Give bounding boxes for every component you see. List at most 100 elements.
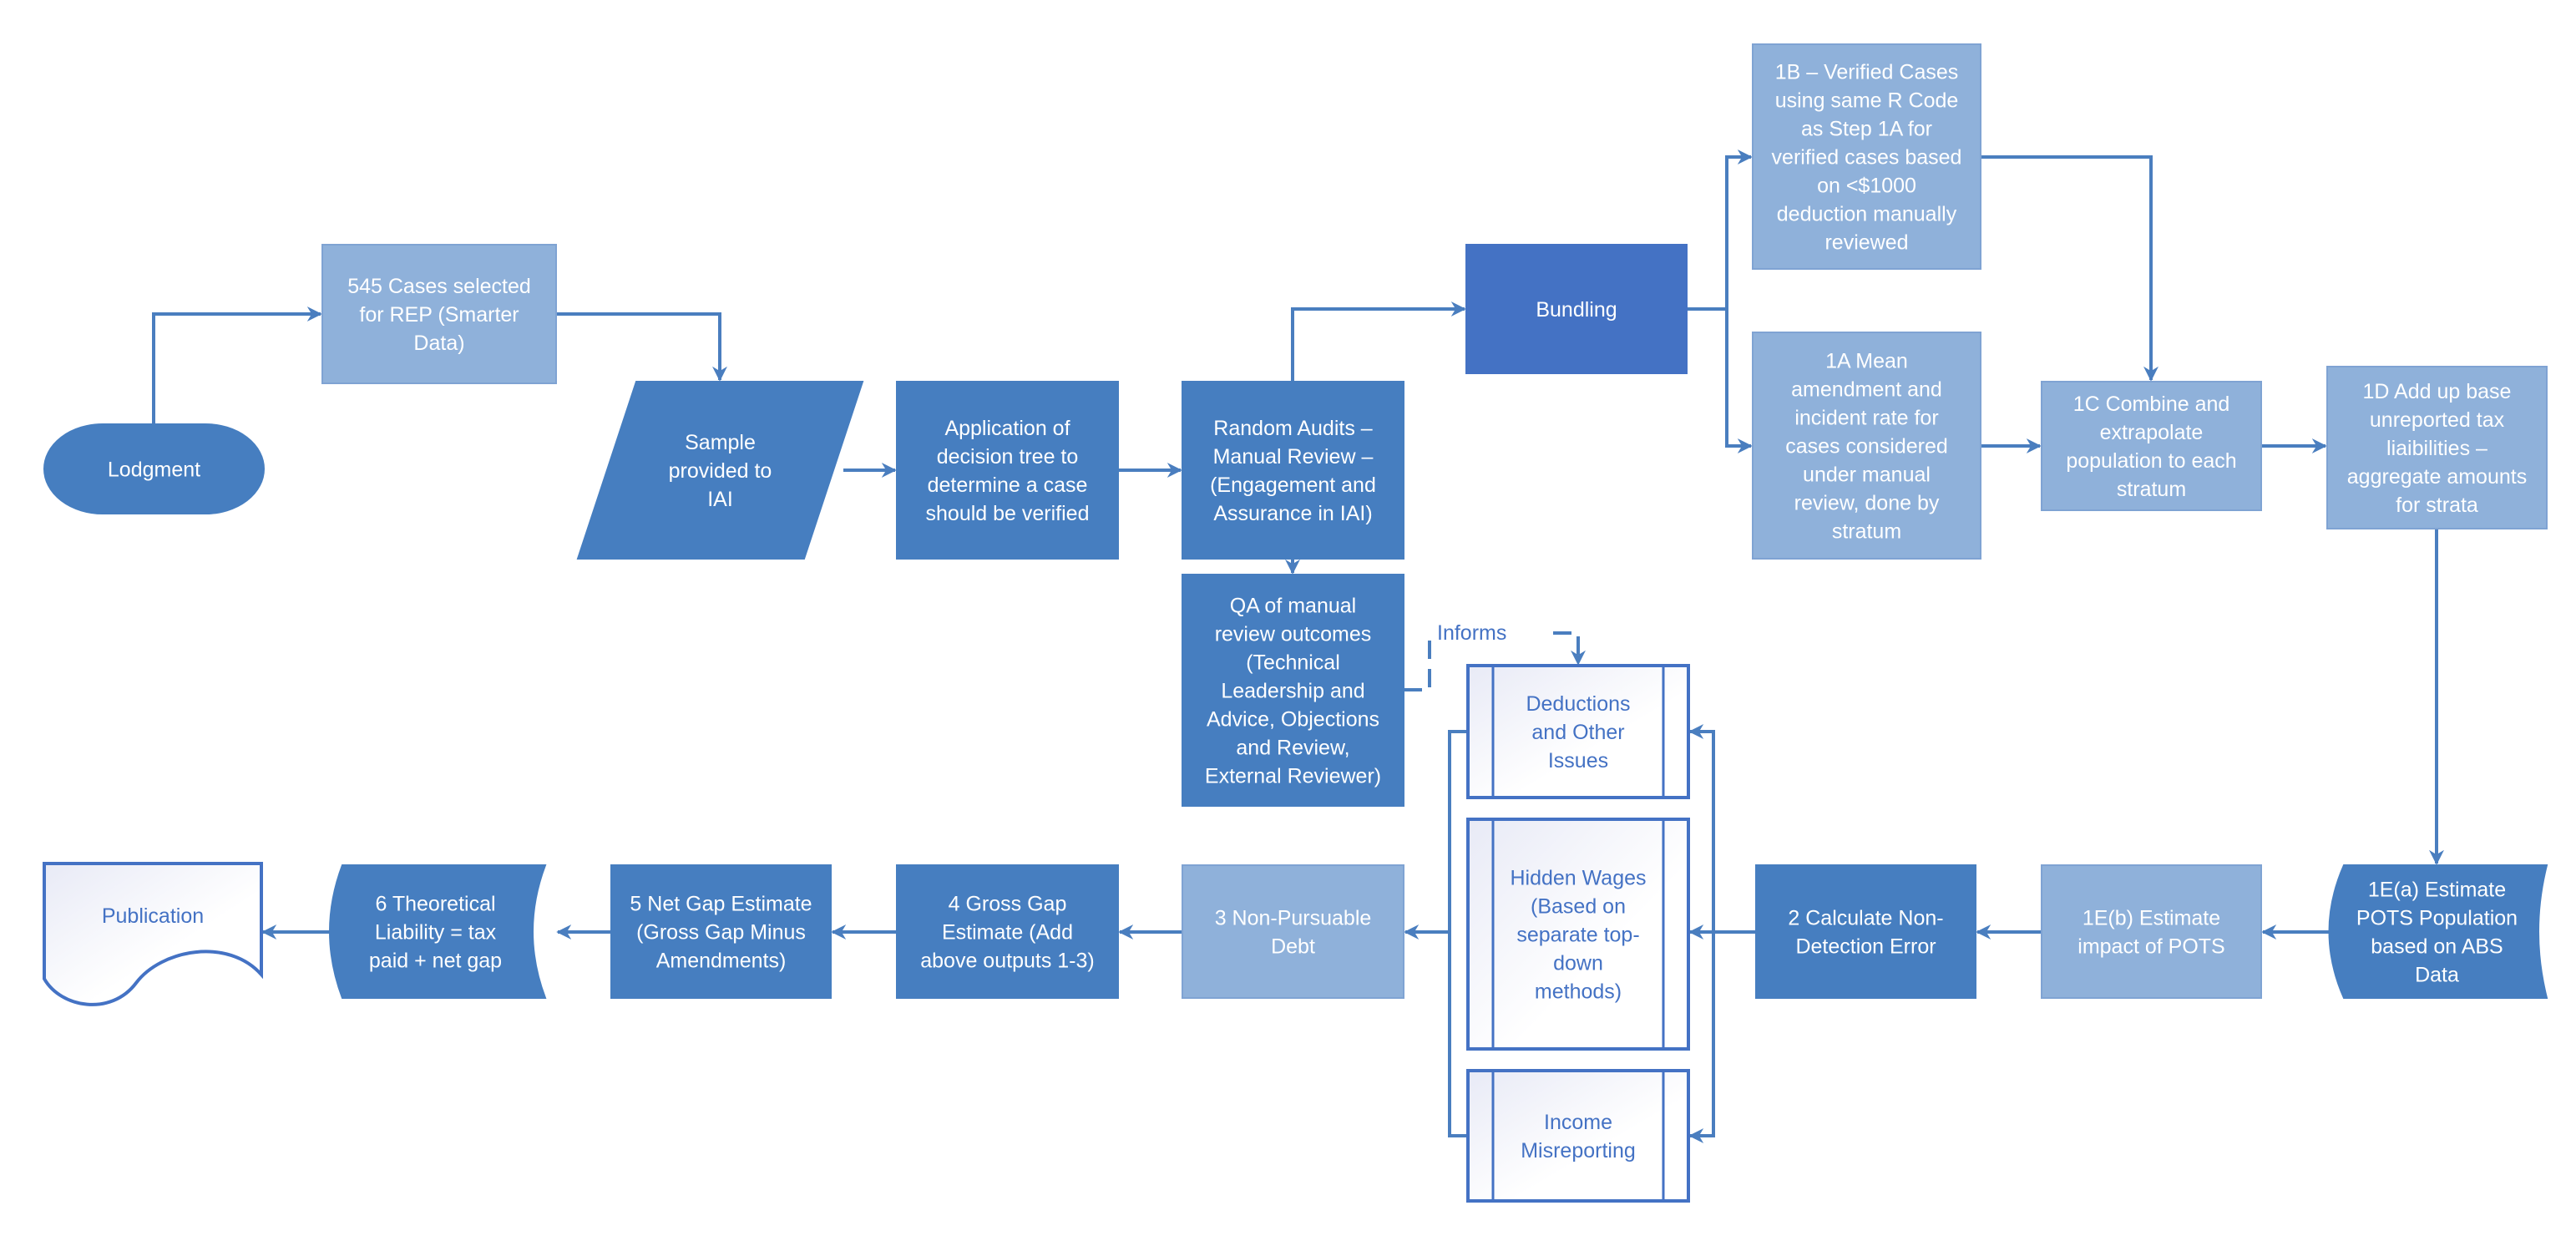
node-step-2[interactable]: 2 Calculate Non- Detection Error <box>1755 864 1976 999</box>
node-sample-provided[interactable]: Sample provided to IAI <box>576 381 864 560</box>
node-decision-tree[interactable]: Application of decision tree to determine … <box>896 381 1119 560</box>
node-label-line: Estimate (Add <box>942 921 1073 945</box>
node-step-1d[interactable]: 1D Add up base unreported tax liaibilities… <box>2326 366 2548 529</box>
node-label-line: Issues <box>1548 749 1608 772</box>
node-label-line: verified cases based <box>1772 146 1962 170</box>
node-step-5[interactable]: 5 Net Gap Estimate (Gross Gap Minus Amendm… <box>610 864 832 999</box>
node-label-line: Income <box>1544 1111 1612 1134</box>
node-label-line: review, done by <box>1794 492 1940 515</box>
node-label: 5 Net Gap Estimate (Gross Gap Minus Amendm… <box>630 893 812 973</box>
node-label-line: Liability = tax <box>375 921 497 945</box>
node-label: Bundling <box>1536 298 1617 322</box>
node-label: 1A Mean amendment and incident rate for cas… <box>1785 350 1948 544</box>
node-shape <box>1182 864 1404 999</box>
connector-random-audits-to-bundling <box>1291 301 1466 382</box>
node-label-line: and Review, <box>1236 737 1349 760</box>
node-label-line: Sample <box>685 431 756 454</box>
node-step-1ea[interactable]: 1E(a) Estimate POTS Population based on AB… <box>2328 864 2548 999</box>
node-label-line: Lodgment <box>108 458 200 482</box>
node-deductions[interactable]: Deductions and Other Issues <box>1466 664 1690 799</box>
node-label-line: paid + net gap <box>369 950 502 973</box>
connector-step-2-to-income-misreporting <box>1688 932 1715 1143</box>
node-label-line: Debt <box>1271 935 1315 959</box>
node-step-1a[interactable]: 1A Mean amendment and incident rate for cas… <box>1752 332 1981 560</box>
node-hidden-wages[interactable]: Hidden Wages (Based on separate top-down me… <box>1466 818 1690 1051</box>
node-shape <box>1182 381 1404 560</box>
node-label-line: 545 Cases selected <box>347 275 531 298</box>
node-label-line: review outcomes <box>1215 623 1372 646</box>
node-label-line: POTS Population <box>2356 907 2518 930</box>
node-label: Publication <box>102 904 204 928</box>
connector-cases-selected-to-sample-provided <box>556 312 727 382</box>
node-qa-review[interactable]: QA of manual review outcomes (Technical Lea… <box>1182 574 1404 807</box>
connector-hidden-wages-to-step-3 <box>1405 730 1468 1137</box>
node-label-line: 6 Theoretical <box>375 893 495 916</box>
node-step-3[interactable]: 3 Non-Pursuable Debt <box>1182 864 1404 999</box>
node-label-line: Manual Review – <box>1213 445 1374 469</box>
node-label-line: Deductions <box>1526 692 1630 716</box>
node-income-misreporting[interactable]: Income Misreporting <box>1466 1069 1690 1203</box>
nodes: Lodgment 545 Cases selected for REP (Smart… <box>43 43 2548 1203</box>
node-label-line: as Step 1A for <box>1801 118 1932 141</box>
node-cases-selected[interactable]: 545 Cases selected for REP (Smarter Data) <box>321 244 557 384</box>
connector-label: Informs <box>1437 621 1506 645</box>
node-label-line: 1E(b) Estimate <box>2083 907 2220 930</box>
node-label-line: (Technical <box>1246 651 1340 675</box>
node-label-line: under manual <box>1803 463 1931 487</box>
node-label-line: (Engagement and <box>1210 474 1376 497</box>
node-label-line: reviewed <box>1824 231 1908 255</box>
node-label-line: incident rate for <box>1794 407 1938 430</box>
node-random-audits[interactable]: Random Audits – Manual Review – (Engagemen… <box>1182 381 1404 560</box>
node-label-line: methods) <box>1535 980 1622 1004</box>
node-step-6[interactable]: 6 Theoretical Liability = tax paid + net g… <box>329 864 547 999</box>
node-label-line: population to each <box>2066 449 2236 473</box>
node-label-line: using same R Code <box>1775 89 1959 113</box>
node-publication[interactable]: Publication <box>43 862 263 1006</box>
node-label-line: and Other <box>1531 721 1624 744</box>
node-label-line: 5 Net Gap Estimate <box>630 893 812 916</box>
node-label-line: for strata <box>2396 494 2478 517</box>
node-label-line: IAI <box>707 488 733 511</box>
connector-bundling-to-step-1b <box>1687 149 1753 311</box>
node-shape <box>43 862 263 1006</box>
node-label-line: 1E(a) Estimate <box>2368 879 2506 902</box>
node-lodgment[interactable]: Lodgment <box>43 423 265 514</box>
node-label-line: Random Audits – <box>1213 417 1372 440</box>
node-step-1b[interactable]: 1B – Verified Cases using same R Code as S… <box>1752 43 1981 270</box>
node-label-line: Misreporting <box>1521 1139 1636 1162</box>
node-label-line: aggregate amounts <box>2347 465 2527 489</box>
connector-step-1b-to-step-1c <box>1981 155 2158 382</box>
node-step-4[interactable]: 4 Gross Gap Estimate (Add above outputs 1-… <box>896 864 1119 999</box>
node-label-line: extrapolate <box>2100 421 2204 444</box>
node-label-line: 4 Gross Gap <box>949 893 1067 916</box>
node-label-line: deduction manually <box>1777 203 1957 226</box>
node-label-line: Detection Error <box>1795 935 1936 959</box>
node-bundling[interactable]: Bundling <box>1465 244 1688 374</box>
node-shape <box>1466 1069 1690 1203</box>
node-label: Lodgment <box>108 458 200 482</box>
node-shape <box>1755 864 1976 999</box>
node-step-1eb[interactable]: 1E(b) Estimate impact of POTS <box>2041 864 2262 999</box>
node-label-line: Assurance in IAI) <box>1213 502 1372 525</box>
node-label-line: Data) <box>413 332 464 355</box>
node-label: 1B – Verified Cases using same R Code as S… <box>1772 61 1962 255</box>
flowchart: Informs Lodgment 545 Cases selected for RE… <box>43 43 2548 1203</box>
node-step-1c[interactable]: 1C Combine and extrapolate population to e… <box>2041 381 2262 511</box>
connector-bundling-to-step-1a <box>1725 309 1753 453</box>
node-label-line: cases considered <box>1785 435 1948 458</box>
node-label-line: determine a case <box>928 474 1088 497</box>
node-label-line: above outputs 1-3) <box>920 950 1094 973</box>
node-label-line: External Reviewer) <box>1205 765 1381 788</box>
node-label-line: stratum <box>2117 478 2186 501</box>
node-label-line: 1A Mean <box>1825 350 1908 373</box>
node-label-line: 1D Add up base <box>2363 380 2512 403</box>
node-label-line: down <box>1553 952 1603 975</box>
node-label-line: Publication <box>102 904 204 928</box>
node-shape <box>2041 864 2262 999</box>
node-shape <box>896 381 1119 560</box>
node-label-line: impact of POTS <box>2078 935 2224 959</box>
node-label-line: 2 Calculate Non- <box>1788 907 1943 930</box>
node-label-line: Data <box>2415 964 2459 987</box>
node-label-line: amendment and <box>1791 378 1942 402</box>
node-label-line: decision tree to <box>937 445 1079 469</box>
